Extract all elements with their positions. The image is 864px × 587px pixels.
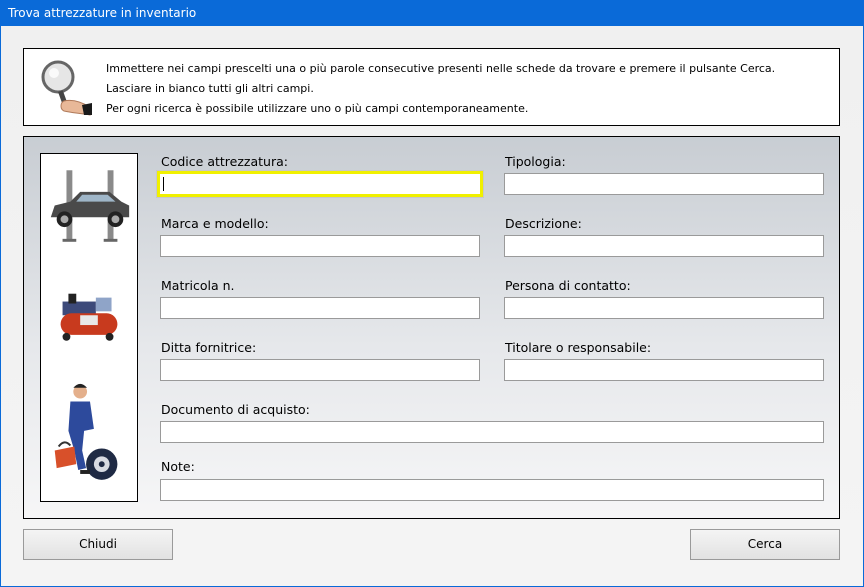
matricola-input[interactable] [160,297,480,319]
instruction-line: Per ogni ricerca è possibile utilizzare … [106,102,529,115]
magnifier-hand-icon [41,60,92,116]
descrizione-input[interactable] [504,235,824,257]
label-codice-attrezzatura: Codice attrezzatura: [161,154,288,169]
search-equipment-window: Trova attrezzature in inventario Immette… [0,0,864,587]
label-descrizione: Descrizione: [505,216,582,231]
label-ditta-fornitrice: Ditta fornitrice: [161,340,257,355]
label-titolare-responsabile: Titolare o responsabile: [505,340,652,355]
illustrations [50,170,130,480]
search-button[interactable]: Cerca [690,529,840,560]
window-client-area: Immettere nei campi prescelti una o più … [1,26,863,586]
documento-acquisto-input[interactable] [160,421,824,443]
search-form-panel: Codice attrezzatura: Tipologia: Marca e … [23,136,840,519]
window-title: Trova attrezzature in inventario [0,0,864,26]
note-input[interactable] [160,479,824,501]
label-note: Note: [161,459,195,474]
persona-contatto-input[interactable] [504,297,824,319]
marca-modello-input[interactable] [160,235,480,257]
illustrations-column [40,153,138,502]
label-tipologia: Tipologia: [505,154,566,169]
close-button[interactable]: Chiudi [23,529,173,560]
instructions-panel: Immettere nei campi prescelti una o più … [23,48,840,126]
label-marca-modello: Marca e modello: [161,216,269,231]
ditta-fornitrice-input[interactable] [160,359,480,381]
label-documento-acquisto: Documento di acquisto: [161,402,310,417]
instruction-line: Lasciare in bianco tutti gli altri campi… [106,82,314,95]
mechanic-icon [54,383,118,480]
instructions-text: Immettere nei campi prescelti una o più … [106,59,775,119]
text-caret [163,177,164,191]
codice-attrezzatura-input[interactable] [156,170,484,198]
car-lift-icon [50,170,130,242]
label-persona-contatto: Persona di contatto: [505,278,631,293]
titolare-responsabile-input[interactable] [504,359,824,381]
label-matricola: Matricola n. [161,278,235,293]
air-compressor-icon [60,293,118,341]
tipologia-input[interactable] [504,173,824,195]
instruction-line: Immettere nei campi prescelti una o più … [106,62,776,75]
